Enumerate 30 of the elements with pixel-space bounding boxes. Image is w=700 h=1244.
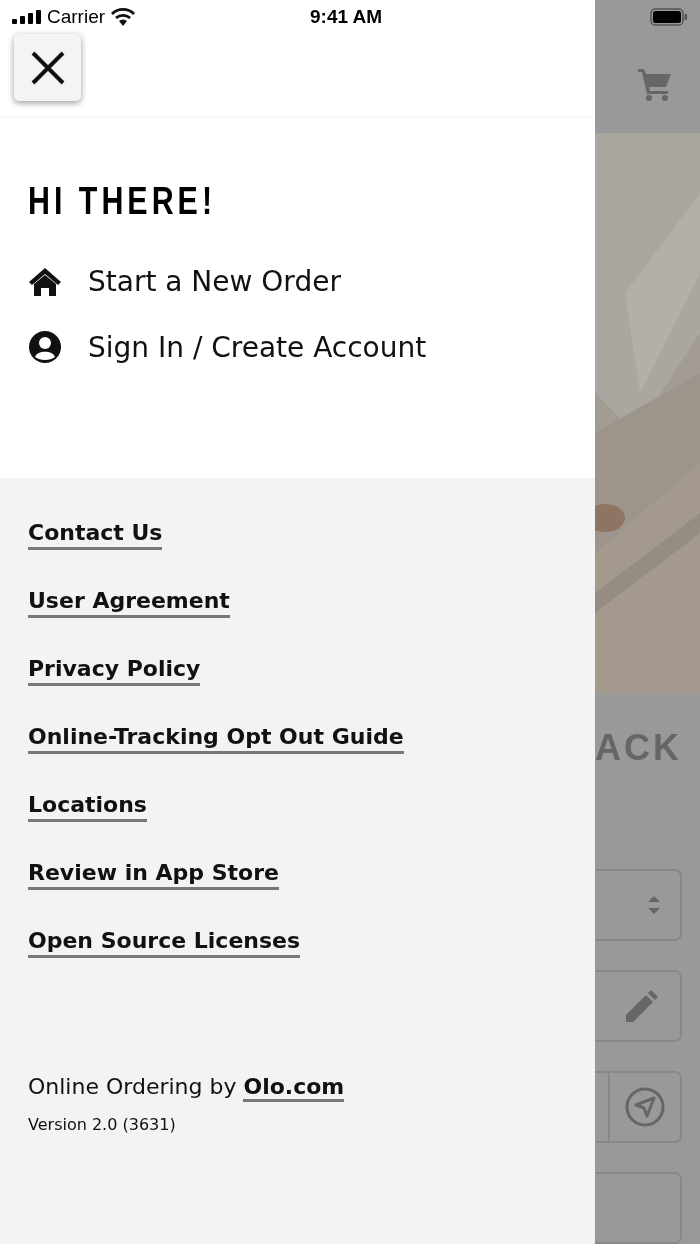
- carrier-label: Carrier: [47, 6, 106, 28]
- footer-link[interactable]: Contact Us: [28, 520, 163, 550]
- credit-text: Online Ordering by Olo.com: [28, 1074, 567, 1099]
- form-field[interactable]: [595, 970, 682, 1042]
- footer-link[interactable]: Privacy Policy: [28, 656, 201, 686]
- menu-item[interactable]: Sign In / Create Account: [28, 330, 567, 364]
- user-circle-icon: [28, 330, 62, 364]
- footer-link[interactable]: Online-Tracking Opt Out Guide: [28, 724, 404, 754]
- version-text: Version 2.0 (3631): [28, 1115, 177, 1134]
- navigation-icon: [625, 1087, 665, 1127]
- cart-icon: [638, 66, 672, 101]
- home-icon: [28, 266, 62, 297]
- footer-link[interactable]: Locations: [28, 792, 147, 822]
- close-button[interactable]: [14, 34, 81, 101]
- footer-link[interactable]: Open Source Licenses: [28, 928, 301, 958]
- olo-link[interactable]: Olo.com: [243, 1074, 345, 1102]
- form-field[interactable]: [595, 869, 682, 941]
- wifi-icon: [110, 8, 137, 26]
- signal-icon: [12, 10, 42, 24]
- footer-link[interactable]: Review in App Store: [28, 860, 279, 890]
- status-time: 9:41 AM: [310, 6, 383, 28]
- pencil-icon: [626, 990, 658, 1022]
- greeting-title: HI THERE!: [28, 180, 216, 223]
- form-field[interactable]: [595, 1071, 682, 1143]
- footer-link[interactable]: User Agreement: [28, 588, 230, 618]
- close-icon: [30, 50, 65, 85]
- menu-item[interactable]: Start a New Order: [28, 265, 567, 298]
- sort-icon: [648, 896, 660, 914]
- battery-icon: [650, 8, 688, 26]
- form-field[interactable]: [595, 1172, 682, 1244]
